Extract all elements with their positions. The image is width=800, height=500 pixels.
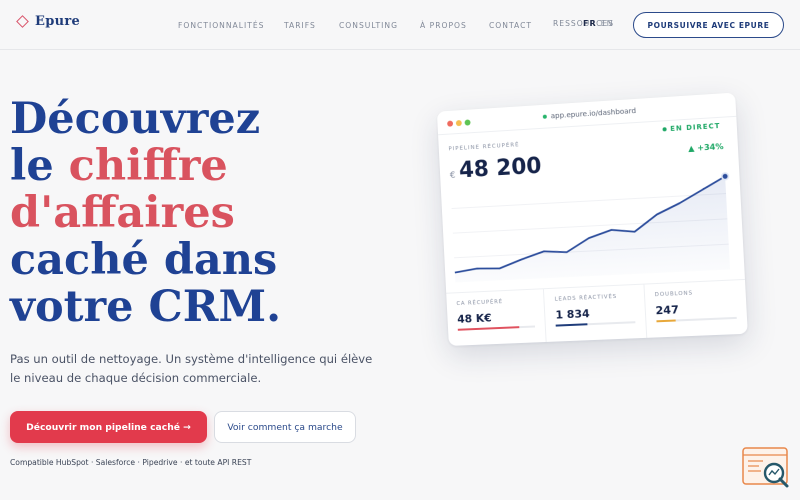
lang-en[interactable]: EN xyxy=(601,19,614,28)
maximize-dot-icon xyxy=(464,119,471,126)
metric-revenue: CA récupéré 48 K€ xyxy=(446,289,547,346)
live-dot-icon xyxy=(662,127,667,132)
hero-title: Découvrez le chiffre d'affaires caché da… xyxy=(10,96,410,331)
secure-dot-icon xyxy=(542,114,547,119)
metric-progress xyxy=(555,321,636,327)
metric-value: 1 834 xyxy=(555,307,590,322)
kpi-label: Pipeline récupéré xyxy=(448,142,520,153)
metric-progress xyxy=(656,316,737,323)
metric-progress-fill xyxy=(457,326,520,331)
nav-link-about[interactable]: À propos xyxy=(420,21,467,30)
url-bar: app.epure.io/dashboard xyxy=(542,105,637,121)
search-analytics-icon[interactable] xyxy=(741,446,791,490)
close-dot-icon xyxy=(447,120,454,127)
title-line-4: caché dans xyxy=(10,235,278,285)
url-text: app.epure.io/dashboard xyxy=(550,105,637,121)
lang-fr[interactable]: FR xyxy=(583,19,597,28)
metric-value: 247 xyxy=(655,303,680,318)
brand-logo[interactable]: Epure xyxy=(16,14,80,29)
nav-link-pricing[interactable]: Tarifs xyxy=(284,21,316,30)
compatibility-note: Compatible HubSpot · Salesforce · Pipedr… xyxy=(10,458,252,467)
title-line-3: d'affaires xyxy=(10,188,235,238)
minimize-dot-icon xyxy=(455,119,462,127)
continue-with-epure-button[interactable]: Poursuivre avec Epure xyxy=(633,12,784,38)
metric-label: Doublons xyxy=(654,290,694,299)
discover-pipeline-button[interactable]: Découvrir mon pipeline caché → xyxy=(10,411,207,443)
how-it-works-button[interactable]: Voir comment ça marche xyxy=(214,411,356,443)
chart-area xyxy=(450,176,731,283)
live-text: EN DIRECT xyxy=(670,121,721,134)
nav-link-contact[interactable]: Contact xyxy=(489,21,532,30)
title-accent: chiffre xyxy=(68,141,228,191)
title-line-5: votre CRM. xyxy=(10,282,282,332)
metric-progress-fill xyxy=(656,319,677,323)
live-indicator: EN DIRECT xyxy=(662,122,721,134)
metric-leads: Leads réactivés 1 834 xyxy=(544,284,647,342)
metric-progress-fill xyxy=(555,323,588,327)
top-nav: Epure Fonctionnalités Tarifs Consulting … xyxy=(0,0,800,50)
language-switcher: FR EN xyxy=(583,19,618,28)
title-line-1: Découvrez xyxy=(10,94,261,144)
title-line-2a: le xyxy=(10,141,69,191)
dashboard-card: app.epure.io/dashboard Pipeline récupéré… xyxy=(436,92,748,346)
metric-value: 48 K€ xyxy=(456,311,492,326)
hero-subtitle: Pas un outil de nettoyage. Un système d'… xyxy=(10,352,373,385)
nav-link-features[interactable]: Fonctionnalités xyxy=(178,21,264,30)
metric-progress xyxy=(457,325,536,331)
metric-label: Leads réactivés xyxy=(554,293,618,303)
brand-name: Epure xyxy=(35,14,81,29)
nav-link-consulting[interactable]: Consulting xyxy=(339,21,398,30)
metrics-row: CA récupéré 48 K€ Leads réactivés 1 834 … xyxy=(446,278,748,346)
pipeline-chart xyxy=(440,161,744,283)
metric-label: CA récupéré xyxy=(456,299,504,308)
delta-badge: ▲ +34% xyxy=(687,141,724,154)
diamond-icon xyxy=(16,15,29,28)
chart-point xyxy=(722,173,729,180)
dashboard-preview: app.epure.io/dashboard Pipeline récupéré… xyxy=(436,92,748,346)
metric-duplicates: Doublons 247 xyxy=(644,280,748,338)
